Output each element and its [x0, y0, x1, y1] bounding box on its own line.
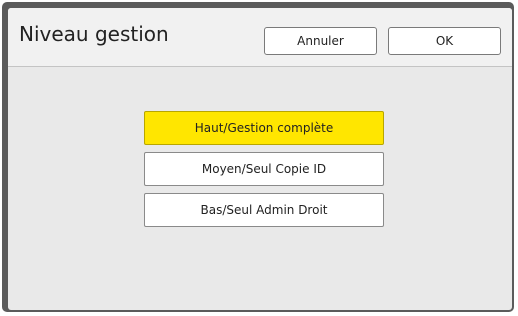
dialog-title: Niveau gestion [19, 22, 169, 46]
dialog-header: Niveau gestion Annuler OK [8, 8, 512, 67]
management-level-options: Haut/Gestion complète Moyen/Seul Copie I… [144, 111, 384, 234]
option-medium-id-copy-only[interactable]: Moyen/Seul Copie ID [144, 152, 384, 186]
cancel-button[interactable]: Annuler [264, 27, 377, 55]
option-low-admin-rights-only[interactable]: Bas/Seul Admin Droit [144, 193, 384, 227]
dialog-panel: Niveau gestion Annuler OK Haut/Gestion c… [8, 8, 512, 310]
screen-frame: Niveau gestion Annuler OK Haut/Gestion c… [2, 2, 514, 312]
ok-button[interactable]: OK [388, 27, 501, 55]
option-high-full-management[interactable]: Haut/Gestion complète [144, 111, 384, 145]
